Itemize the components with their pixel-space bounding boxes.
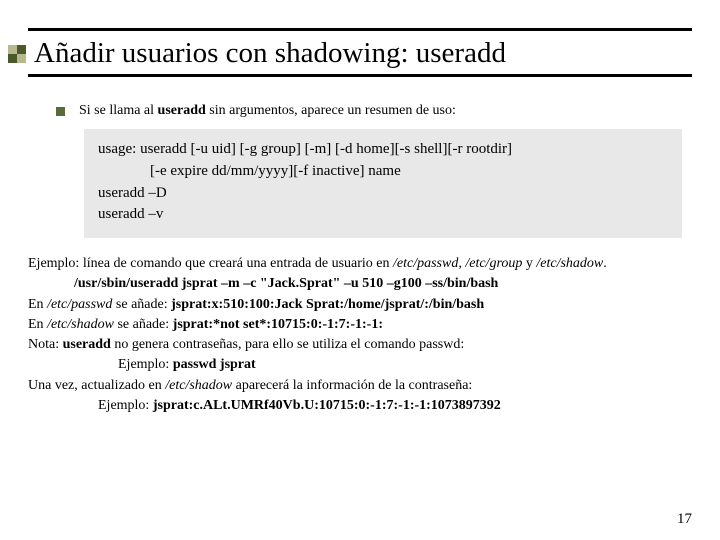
usage-line-2: [-e expire dd/mm/yyyy][-f inactive] name: [98, 161, 668, 183]
nota-line: Nota: useradd no genera contraseñas, par…: [28, 335, 692, 355]
title-row: Añadir usuarios con shadowing: useradd: [8, 37, 692, 70]
example-cmd: /usr/sbin/useradd jsprat –m –c "Jack.Spr…: [28, 274, 692, 294]
shadow-line: En /etc/shadow se añade: jsprat:*not set…: [28, 315, 692, 335]
cmd1: /usr/sbin/useradd jsprat –m –c "Jack.Spr…: [74, 276, 498, 291]
top-rule: [28, 28, 692, 31]
ej-dot: .: [603, 256, 607, 271]
page-number: 17: [677, 511, 692, 528]
ej-label: Ejemplo:: [28, 256, 79, 271]
intro-text: Si se llama al useradd sin argumentos, a…: [79, 103, 456, 119]
bullet-icon: [56, 107, 65, 116]
example-intro: Ejemplo: línea de comando que creará una…: [28, 254, 692, 274]
title-ornament-icon: [8, 45, 26, 63]
usage-line-4: useradd –v: [98, 204, 668, 226]
ej-text: línea de comando que creará una entrada …: [79, 256, 393, 271]
passwd-line: En /etc/passwd se añade: jsprat:x:510:10…: [28, 295, 692, 315]
usage-line-1: usage: useradd [-u uid] [-g group] [-m] …: [98, 139, 668, 161]
usage-box: usage: useradd [-u uid] [-g group] [-m] …: [84, 129, 682, 238]
bottom-rule: [28, 74, 692, 77]
ej-files: /etc/passwd, /etc/group: [393, 256, 522, 271]
ej-and: y: [522, 256, 536, 271]
intro-prefix: Si se llama al: [79, 103, 158, 118]
update-line: Una vez, actualizado en /etc/shadow apar…: [28, 376, 692, 396]
usage-line-3: useradd –D: [98, 183, 668, 205]
page-title: Añadir usuarios con shadowing: useradd: [34, 37, 506, 70]
body-text: Ejemplo: línea de comando que creará una…: [28, 254, 692, 416]
intro-bold: useradd: [158, 103, 206, 118]
shadow-example: Ejemplo: jsprat:c.ALt.UMRf40Vb.U:10715:0…: [28, 396, 692, 416]
intro-suffix: sin argumentos, aparece un resumen de us…: [206, 103, 456, 118]
ej-shadow: /etc/shadow: [536, 256, 603, 271]
passwd-example: Ejemplo: passwd jsprat: [28, 355, 692, 375]
intro-row: Si se llama al useradd sin argumentos, a…: [56, 103, 692, 119]
